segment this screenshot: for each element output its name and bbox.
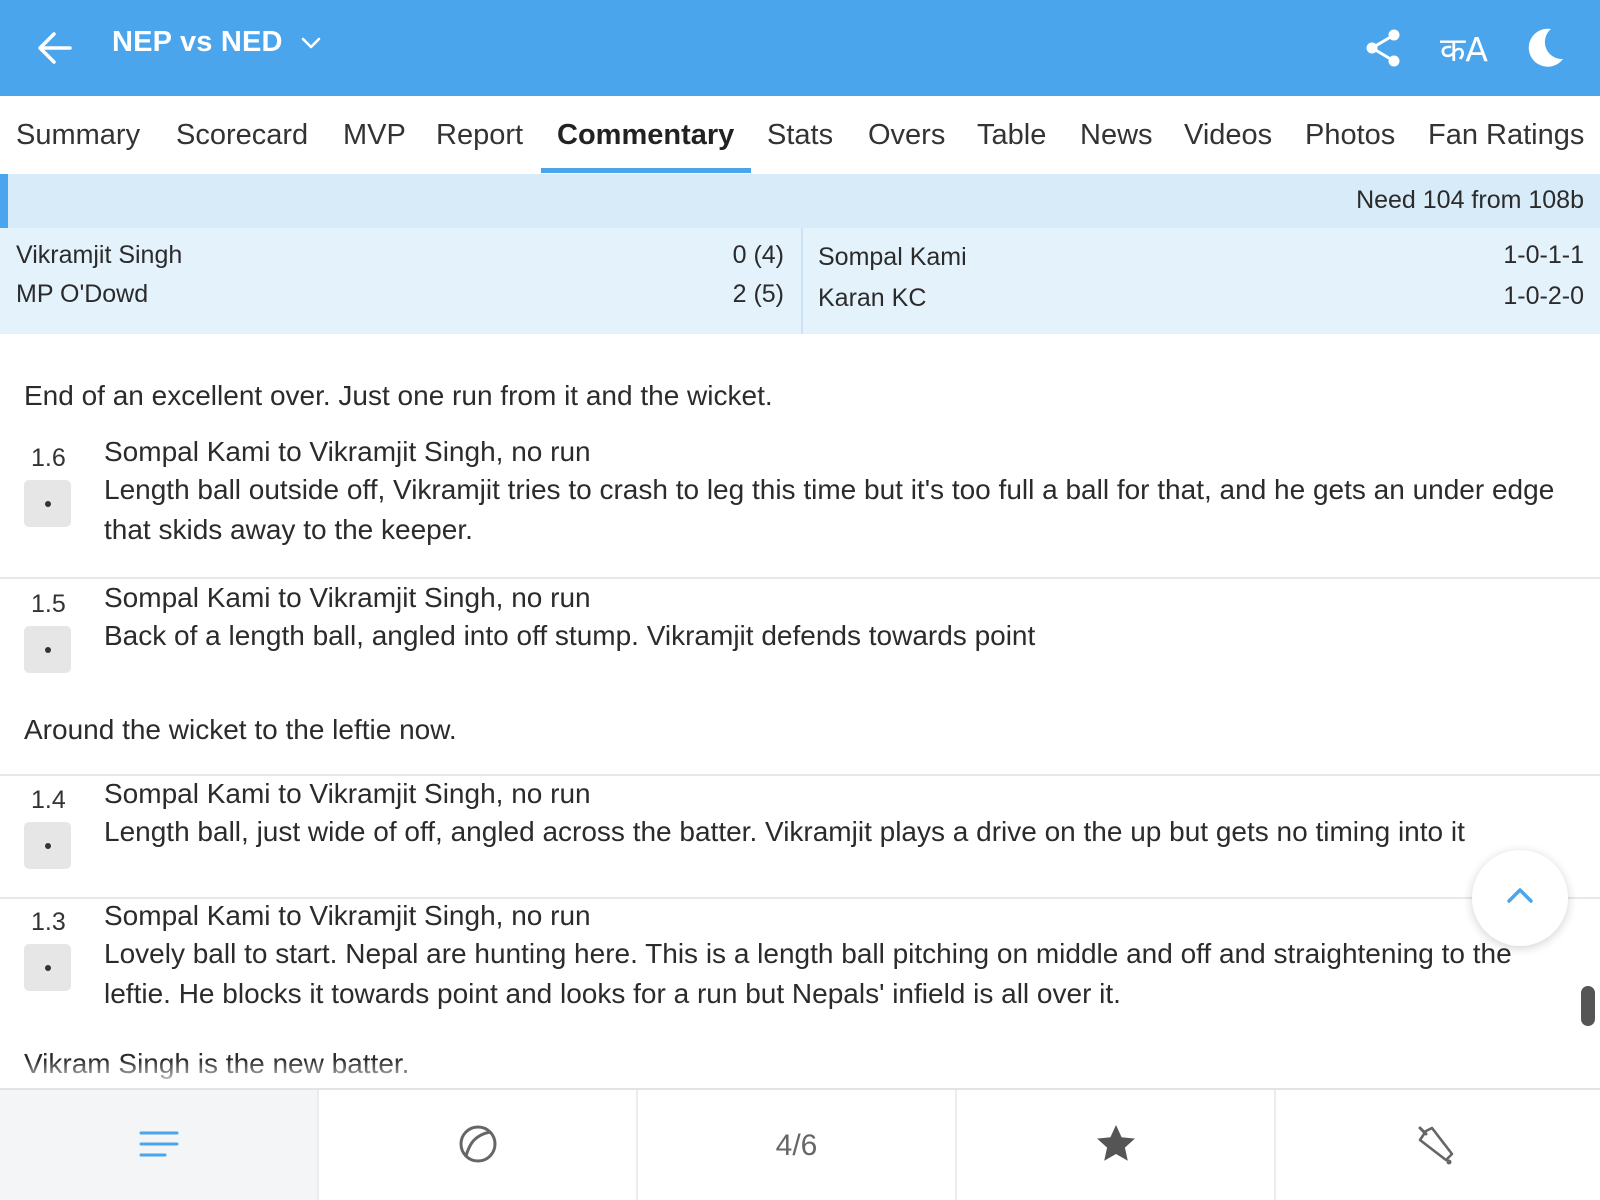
match-title: NEP vs NED <box>112 26 283 58</box>
tab-overs[interactable]: Overs <box>852 96 961 174</box>
share-icon[interactable] <box>1358 22 1410 74</box>
dot-ball-chip <box>24 822 71 869</box>
chevron-down-icon <box>299 31 323 55</box>
target-band: Need 104 from 108b <box>0 174 1600 228</box>
tab-scorecard[interactable]: Scorecard <box>160 96 324 174</box>
tab-videos[interactable]: Videos <box>1168 96 1288 174</box>
menu-lines-icon <box>139 1128 179 1165</box>
ball-headline: Sompal Kami to Vikramjit Singh, no run <box>104 778 591 809</box>
tab-summary[interactable]: Summary <box>0 96 156 174</box>
moon-icon[interactable] <box>1518 22 1570 74</box>
bowler-figures: 1-0-1-1 <box>1503 241 1584 269</box>
arrow-left-icon[interactable] <box>30 22 82 74</box>
scrollbar-thumb[interactable] <box>1581 986 1595 1026</box>
panel-divider <box>801 228 803 334</box>
accent-bar <box>0 174 8 228</box>
tab-stats[interactable]: Stats <box>751 96 849 174</box>
language-label: कA <box>1440 29 1488 69</box>
scroll-top-button[interactable] <box>1472 850 1568 946</box>
divider <box>0 774 1600 776</box>
nav-over-counter[interactable]: 4/6 <box>638 1090 957 1200</box>
divider <box>0 897 1600 899</box>
batter-name[interactable]: MP O'Dowd <box>16 280 148 309</box>
need-text: Need 104 from 108b <box>1356 186 1584 214</box>
app-header: NEP vs NED कA <box>0 0 1600 96</box>
bowler-name[interactable]: Karan KC <box>818 284 926 313</box>
commentary-note: Around the wicket to the leftie now. <box>24 714 457 745</box>
batter-name[interactable]: Vikramjit Singh <box>16 241 182 270</box>
language-toggle[interactable]: कA <box>1438 22 1490 74</box>
ball-headline: Sompal Kami to Vikramjit Singh, no run <box>104 582 591 613</box>
ball-headline: Sompal Kami to Vikramjit Singh, no run <box>104 436 591 467</box>
ball-headline: Sompal Kami to Vikramjit Singh, no run <box>104 900 591 931</box>
bowler-name[interactable]: Sompal Kami <box>818 243 967 272</box>
commentary-feed[interactable]: End of an excellent over. Just one run f… <box>0 334 1600 1086</box>
over-number: 1.4 <box>31 786 66 814</box>
nav-ball-by-ball[interactable] <box>319 1090 638 1200</box>
tab-photos[interactable]: Photos <box>1289 96 1411 174</box>
nav-favourites[interactable] <box>957 1090 1276 1200</box>
tab-mvp[interactable]: MVP <box>327 96 422 174</box>
nav-batting[interactable] <box>1276 1090 1595 1200</box>
bottom-nav: 4/6 <box>0 1088 1600 1200</box>
divider <box>0 577 1600 579</box>
bowler-figures: 1-0-2-0 <box>1503 282 1584 310</box>
tab-news[interactable]: News <box>1064 96 1169 174</box>
tab-report[interactable]: Report <box>420 96 539 174</box>
over-number: 1.3 <box>31 908 66 936</box>
tab-table[interactable]: Table <box>961 96 1062 174</box>
ball-description: Lovely ball to start. Nepal are hunting … <box>104 938 1512 1009</box>
cricket-ball-icon <box>457 1123 499 1170</box>
tab-fan-ratings[interactable]: Fan Ratings <box>1412 96 1600 174</box>
active-tab-indicator <box>541 168 751 173</box>
over-progress: 4/6 <box>775 1129 818 1162</box>
over-number: 1.6 <box>31 444 66 472</box>
nav-commentary[interactable] <box>0 1090 319 1200</box>
over-end-note: End of an excellent over. Just one run f… <box>24 380 773 411</box>
ball-description: Length ball outside off, Vikramjit tries… <box>104 474 1555 545</box>
ball-description: Back of a length ball, angled into off s… <box>104 620 1036 651</box>
match-selector[interactable]: NEP vs NED <box>112 26 323 59</box>
live-players-panel: Vikramjit Singh 0 (4) MP O'Dowd 2 (5) So… <box>0 228 1600 334</box>
star-icon <box>1094 1122 1138 1171</box>
dot-ball-chip <box>24 480 71 527</box>
ball-description: Length ball, just wide of off, angled ac… <box>104 816 1465 847</box>
dot-ball-chip <box>24 626 71 673</box>
section-tabs: Summary Scorecard MVP Report Commentary … <box>0 96 1600 174</box>
dot-ball-chip <box>24 944 71 991</box>
batter-score: 2 (5) <box>732 280 784 308</box>
over-number: 1.5 <box>31 590 66 618</box>
tab-commentary[interactable]: Commentary <box>541 96 750 174</box>
batter-score: 0 (4) <box>732 241 784 269</box>
chevron-up-icon <box>1504 880 1536 917</box>
feed-fade <box>0 1060 1600 1088</box>
cricket-bat-icon <box>1414 1122 1458 1171</box>
